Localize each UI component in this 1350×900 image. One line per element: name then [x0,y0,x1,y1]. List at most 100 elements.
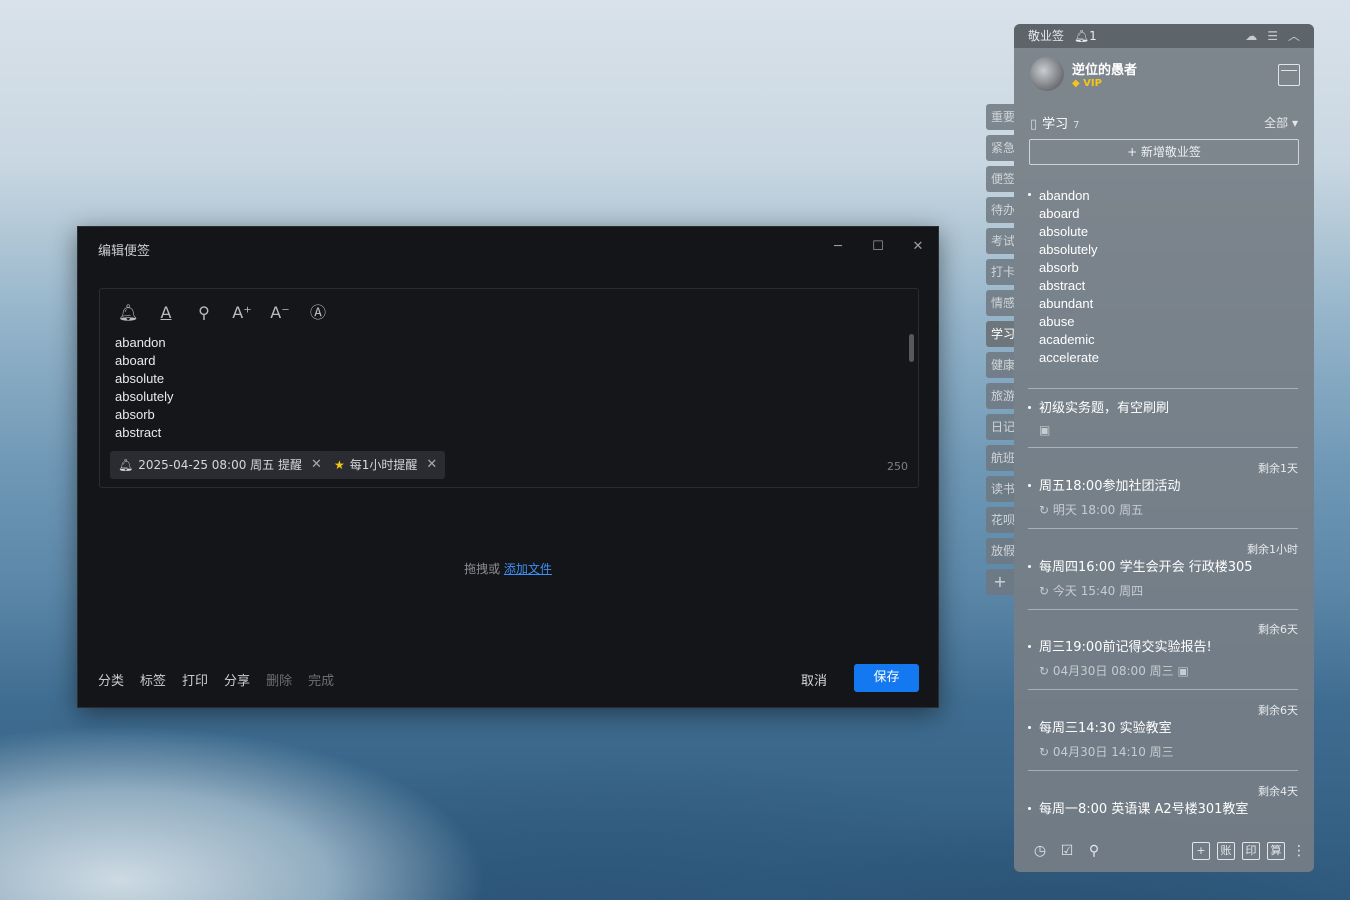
tab-emotion[interactable]: 情感 [986,290,1014,316]
reminder-chip-label: 2025-04-25 08:00 周五 提醒 [138,458,302,472]
cancel-button[interactable]: 取消 [801,670,827,689]
divider [1028,770,1298,771]
font-color-icon[interactable]: A [156,303,176,323]
add-icon[interactable]: + [1192,842,1210,860]
tab-checkin[interactable]: 打卡 [986,259,1014,285]
print-icon[interactable]: 印 [1242,842,1260,860]
category-name: 学习 [1042,117,1069,132]
tab-holiday[interactable]: 放假 [986,538,1014,564]
delete-button[interactable]: 删除 [266,670,292,689]
tag-button[interactable]: 标签 [140,670,166,689]
close-icon[interactable]: ✕ [908,237,928,257]
cloud-sync-icon[interactable]: ☁ [1245,24,1257,48]
remaining-time: 剩余1天 [1258,462,1298,475]
note-editor-box[interactable]: 🔔︎ A ⚲ A⁺ A⁻ Ⓐ abandon aboard absolute a… [99,288,919,488]
bell-icon: 🔔︎ [118,458,134,472]
tab-urgent[interactable]: 紧急 [986,135,1014,161]
collapse-icon[interactable]: ︿ [1288,24,1300,48]
add-tab-button[interactable]: + [986,569,1014,595]
word: absolute [1039,224,1089,239]
calendar-icon[interactable] [1278,64,1300,86]
tab-huabei[interactable]: 花呗 [986,507,1014,533]
tab-study[interactable]: 学习 [986,321,1014,347]
note-content[interactable]: abandon aboard absolute absolutely absor… [115,334,174,442]
username: 逆位的愚者 [1072,63,1138,78]
bullet [1028,807,1031,810]
note-meta: 今天 15:40 周四 [1052,584,1144,598]
bell-icon[interactable]: 🔔︎ [1074,29,1089,43]
content-line: aboard [115,353,156,368]
avatar[interactable] [1030,57,1064,91]
font-decrease-icon[interactable]: A⁻ [270,303,290,323]
list-item[interactable]: 初级实务题，有空刷刷 ▣ [1028,400,1298,437]
reminder-chip[interactable]: 🔔︎ 2025-04-25 08:00 周五 提醒 ✕ [110,451,330,479]
list-item[interactable]: 剩余4天 每周一8:00 英语课 A2号楼301教室 [1028,783,1298,819]
calculator-icon[interactable]: 算 [1267,842,1285,860]
char-counter: 250 [887,460,908,473]
repeat-icon: ↻ [1039,584,1050,598]
divider [1028,388,1298,389]
clock-icon[interactable]: ◷ [1031,842,1049,860]
tab-todo[interactable]: 待办 [986,197,1014,223]
note-meta: 04月30日 08:00 周三 [1052,664,1174,678]
tab-travel[interactable]: 旅游 [986,383,1014,409]
user-info[interactable]: 逆位的愚者 ◆ VIP [1030,57,1137,91]
note-text: 周五18:00参加社团活动 [1039,479,1181,494]
content-line: absolutely [115,389,174,404]
add-file-link[interactable]: 添加文件 [504,562,552,576]
format-toolbar: 🔔︎ A ⚲ A⁺ A⁻ Ⓐ [118,303,328,323]
ledger-icon[interactable]: 账 [1217,842,1235,860]
close-icon[interactable]: ✕ [426,451,437,479]
tab-sticky[interactable]: 便签 [986,166,1014,192]
close-icon[interactable]: ✕ [311,451,322,479]
bell-icon[interactable]: 🔔︎ [118,303,138,323]
filter-dropdown[interactable]: 全部 ▾ [1264,114,1298,131]
tab-important[interactable]: 重要 [986,104,1014,130]
list-item[interactable]: 剩余1天 周五18:00参加社团活动 ↻ 明天 18:00 周五 [1028,460,1298,518]
list-item[interactable]: 剩余1小时 每周四16:00 学生会开会 行政楼305 ↻ 今天 15:40 周… [1028,541,1298,599]
repeat-chip-label: 每1小时提醒 [349,458,418,472]
share-button[interactable]: 分享 [224,670,250,689]
file-drop-zone[interactable]: 拖拽或 添加文件 [78,560,938,577]
more-icon[interactable]: ⋮ [1290,842,1308,860]
font-style-icon[interactable]: Ⓐ [308,303,328,323]
list-item[interactable]: 剩余6天 周三19:00前记得交实验报告! ↻ 04月30日 08:00 周三 … [1028,621,1298,679]
search-icon[interactable]: ⚲ [194,303,214,323]
content-line: abstract [115,425,162,440]
menu-icon[interactable]: ☰ [1267,24,1278,48]
tab-diary[interactable]: 日记 [986,414,1014,440]
save-button[interactable]: 保存 [854,664,919,692]
category-count: 7 [1073,120,1080,131]
done-button[interactable]: 完成 [308,670,334,689]
tab-flight[interactable]: 航班 [986,445,1014,471]
filter-label: 全部 [1264,116,1289,130]
repeat-chip[interactable]: ★ 每1小时提醒 ✕ [326,451,446,479]
word: abandon [1039,188,1090,203]
bell-count: 1 [1089,29,1097,43]
panel-footer: ◷ ☑ ⚲ + 账 印 算 ⋮ [1014,832,1314,872]
search-icon[interactable]: ⚲ [1085,842,1103,860]
bullet [1028,726,1031,729]
tab-reading[interactable]: 读书 [986,476,1014,502]
calendar-check-icon[interactable]: ☑ [1058,842,1076,860]
print-button[interactable]: 打印 [182,670,208,689]
divider [1028,689,1298,690]
scrollbar[interactable] [909,334,914,362]
note-text: 初级实务题，有空刷刷 [1039,401,1170,416]
font-increase-icon[interactable]: A⁺ [232,303,252,323]
tab-health[interactable]: 健康 [986,352,1014,378]
vip-label: VIP [1083,78,1102,89]
minimize-icon[interactable]: ─ [828,237,848,257]
attachment-icon: ▣ [1177,664,1189,678]
add-note-button[interactable]: + 新增敬业签 [1029,139,1299,165]
divider [1028,528,1298,529]
maximize-icon[interactable]: ☐ [868,237,888,257]
tab-exam[interactable]: 考试 [986,228,1014,254]
bookmark-icon: ▯ [1030,117,1038,132]
star-icon: ★ [334,458,345,472]
list-item[interactable]: abandon aboard absolute absolutely absor… [1028,187,1298,367]
repeat-icon: ↻ [1039,745,1050,759]
category-button[interactable]: 分类 [98,670,124,689]
list-item[interactable]: 剩余6天 每周三14:30 实验教室 ↻ 04月30日 14:10 周三 [1028,702,1298,760]
bullet [1028,193,1031,196]
